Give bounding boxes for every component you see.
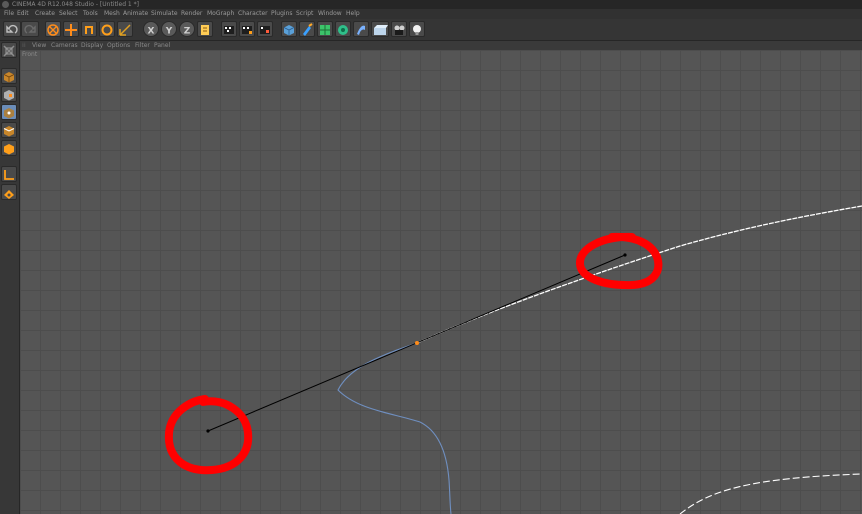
title-bar: CINEMA 4D R12.048 Studio - [Untitled 1 *… <box>0 0 862 9</box>
tangent-handle-left[interactable] <box>206 429 210 433</box>
menu-file[interactable]: File <box>4 9 14 19</box>
scale-icon[interactable] <box>81 21 97 37</box>
array-icon[interactable] <box>335 21 351 37</box>
rotate-icon[interactable] <box>99 21 115 37</box>
menu-help[interactable]: Help <box>346 9 360 19</box>
main-toolbar: X Y Z <box>0 19 862 41</box>
make-editable-icon[interactable] <box>1 42 17 58</box>
vp-menu-panel[interactable]: Panel <box>154 41 170 50</box>
axis-y-label: Y <box>165 27 173 37</box>
menu-create[interactable]: Create <box>35 9 55 19</box>
render-settings-icon[interactable] <box>257 21 273 37</box>
deformer-icon[interactable] <box>353 21 369 37</box>
lock-y-icon[interactable]: Y <box>161 21 177 37</box>
axis-x-label: X <box>148 27 155 37</box>
menu-character[interactable]: Character <box>238 9 268 19</box>
camera-icon[interactable] <box>391 21 407 37</box>
menu-plugins[interactable]: Plugins <box>271 9 293 19</box>
menu-select[interactable]: Select <box>59 9 78 19</box>
cube-object-icon[interactable] <box>281 21 297 37</box>
lock-z-icon[interactable]: Z <box>179 21 195 37</box>
menu-mesh[interactable]: Mesh <box>104 9 120 19</box>
menu-edit[interactable]: Edit <box>17 9 29 19</box>
lock-x-icon[interactable]: X <box>143 21 159 37</box>
left-toolbar <box>0 41 20 514</box>
coordinate-system-icon[interactable] <box>197 21 213 37</box>
edges-mode-icon[interactable] <box>1 122 17 138</box>
annotation-circle-left <box>164 395 253 475</box>
menu-window[interactable]: Window <box>318 9 342 19</box>
vp-menu-filter[interactable]: Filter <box>135 41 150 50</box>
points-mode-icon[interactable] <box>1 104 17 120</box>
vp-menu-view[interactable]: View <box>32 41 46 50</box>
model-mode-icon[interactable] <box>1 68 17 84</box>
annotation-circle-right <box>576 232 663 290</box>
snap-icon[interactable] <box>1 184 17 200</box>
menu-render[interactable]: Render <box>181 9 202 19</box>
render-picture-icon[interactable] <box>239 21 255 37</box>
window-title: CINEMA 4D R12.048 Studio - [Untitled 1 *… <box>12 1 139 8</box>
menu-bar: File Edit Create Select Tools Mesh Anima… <box>0 9 862 19</box>
texture-mode-icon[interactable] <box>1 86 17 102</box>
redo-icon[interactable] <box>21 21 39 37</box>
render-view-icon[interactable] <box>221 21 237 37</box>
axis-mode-icon[interactable] <box>1 166 17 182</box>
move-icon[interactable] <box>63 21 79 37</box>
floor-icon[interactable] <box>371 21 389 37</box>
vp-menu-cameras[interactable]: Cameras <box>51 41 78 50</box>
pen-spline-icon[interactable] <box>299 21 315 37</box>
axis-z-label: Z <box>184 27 191 37</box>
select-icon[interactable] <box>45 21 61 37</box>
spline-lower-right <box>679 473 862 514</box>
scene-canvas <box>164 205 862 514</box>
subdivision-surface-icon[interactable] <box>317 21 333 37</box>
spline-control-point[interactable] <box>415 341 419 345</box>
menu-simulate[interactable]: Simulate <box>151 9 178 19</box>
spline-selected-segment <box>416 205 862 344</box>
viewport-front[interactable]: Front <box>20 50 862 514</box>
menu-mograph[interactable]: MoGraph <box>207 9 234 19</box>
tangent-handle-right[interactable] <box>623 253 627 257</box>
light-icon[interactable] <box>409 21 425 37</box>
world-coordinates-icon[interactable] <box>117 21 133 37</box>
viewport-menu: ⁞⁞ View Cameras Display Options Filter P… <box>20 41 862 50</box>
viewport-grip-icon: ⁞⁞ <box>22 42 26 49</box>
vp-menu-options[interactable]: Options <box>107 41 130 50</box>
polygons-mode-icon[interactable] <box>1 140 17 156</box>
vp-menu-display[interactable]: Display <box>81 41 103 50</box>
menu-tools[interactable]: Tools <box>83 9 98 19</box>
undo-icon[interactable] <box>3 21 21 37</box>
menu-script[interactable]: Script <box>296 9 313 19</box>
app-logo-icon <box>2 1 9 8</box>
menu-animate[interactable]: Animate <box>123 9 148 19</box>
